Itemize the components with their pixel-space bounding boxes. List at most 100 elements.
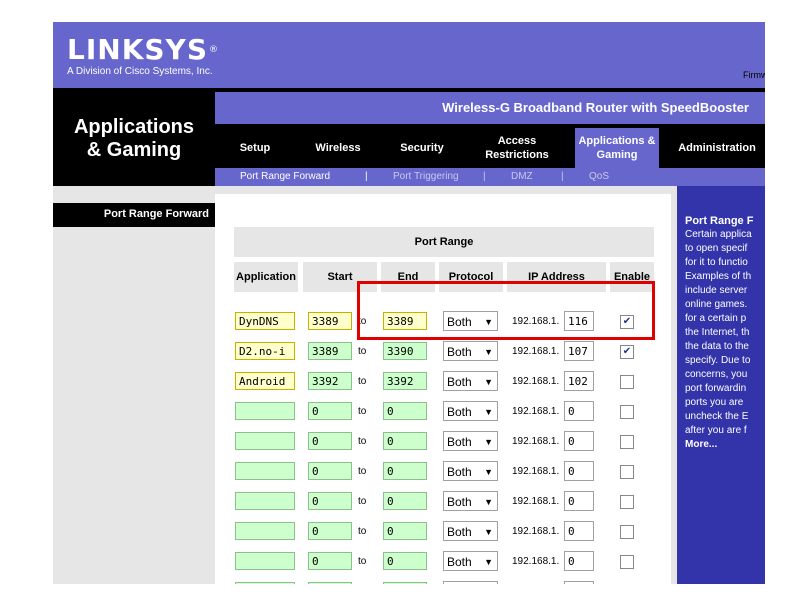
tab-administration[interactable]: Administration [669,128,765,168]
application-name-input[interactable]: DynDNS [235,312,295,330]
end-port-input[interactable]: 3392 [383,372,427,390]
protocol-select[interactable]: Both▼ [443,521,498,541]
ip-last-octet-input[interactable]: 0 [564,491,594,511]
help-panel: Port Range F Certain applica to open spe… [671,186,765,584]
application-name-input[interactable] [235,462,295,480]
help-line: uncheck the E [685,411,749,422]
ip-last-octet-input[interactable]: 0 [564,521,594,541]
end-port-input[interactable]: 0 [383,552,427,570]
page-header: LINKSYS® A Division of Cisco Systems, In… [53,22,765,88]
tab-label: Setup [239,142,271,154]
end-port-input[interactable]: 3390 [383,342,427,360]
protocol-select[interactable]: Both ▼ [443,491,498,511]
application-name-input[interactable] [235,492,295,510]
chevron-down-icon: ▼ [484,467,493,477]
enable-checkbox[interactable] [620,375,634,389]
enable-checkbox[interactable] [620,465,634,479]
protocol-select[interactable]: Both▼ [443,371,498,391]
ip-last-octet-input[interactable]: 0 [564,551,594,571]
to-label: to [358,436,367,447]
to-label: to [358,346,367,357]
subtab-port-triggering[interactable]: Port Triggering [393,168,459,186]
table-row: 0to0Both▼192.168.1.0 [234,457,654,487]
end-port-input[interactable]: 0 [383,522,427,540]
ip-prefix: 192.168.1. [512,406,560,417]
start-port-input[interactable]: 0 [308,462,352,480]
application-name-input[interactable] [235,522,295,540]
tab-security[interactable]: Security [381,128,463,168]
protocol-select[interactable]: Both▼ [443,341,498,361]
enable-checkbox[interactable] [620,555,634,569]
subtab-dmz[interactable]: DMZ [511,168,533,186]
chevron-down-icon: ▼ [484,557,493,567]
tab-applications-gaming[interactable]: Applications & Gaming [575,128,659,168]
start-port-input[interactable]: 3392 [308,372,352,390]
start-port-input[interactable]: 3389 [308,312,352,330]
ip-prefix: 192.168.1. [512,526,560,537]
to-label: to [358,556,367,567]
ip-last-octet-input[interactable]: 0 [564,431,594,451]
ip-last-octet-input[interactable]: 0 [564,581,594,584]
help-line: port forwardin [685,383,747,394]
protocol-value: Both [447,495,472,509]
tab-wireless[interactable]: Wireless [295,128,381,168]
tab-label: Administration [678,142,756,154]
start-port-input[interactable]: 3389 [308,342,352,360]
help-more-link[interactable]: More... [685,438,765,452]
start-port-input[interactable]: 0 [308,432,352,450]
application-name-input[interactable] [235,582,295,584]
enable-checkbox[interactable] [620,525,634,539]
ip-last-octet-input[interactable]: 0 [564,461,594,481]
application-name-input[interactable]: D2.no-i [235,342,295,360]
start-port-input[interactable]: 0 [308,402,352,420]
tab-label: Access Restrictions [485,135,549,161]
highlight-box [357,281,655,340]
table-row: 0to0Both▼192.168.1.0 [234,577,654,584]
chevron-down-icon: ▼ [484,497,493,507]
end-port-input[interactable]: 0 [383,432,427,450]
main-tabs: Setup Wireless Security Access Restricti… [215,128,765,168]
protocol-select[interactable]: Both▼ [443,431,498,451]
subtab-separator: | [483,171,486,182]
help-line: online games. [685,299,748,310]
application-name-input[interactable] [235,552,295,570]
application-name-input[interactable]: Android [235,372,295,390]
start-port-input[interactable]: 0 [308,582,352,584]
protocol-select[interactable]: Both▼ [443,581,498,584]
table-row: 0to0Both▼192.168.1.0 [234,547,654,577]
application-name-input[interactable] [235,432,295,450]
tab-setup[interactable]: Setup [215,128,295,168]
end-port-input[interactable]: 0 [383,462,427,480]
protocol-select[interactable]: Both▼ [443,401,498,421]
table-row: Android 3392 to 3392 Both ▼ 192.168.1. 102 [234,367,654,397]
ip-last-octet-input[interactable]: 102 [564,371,594,391]
end-port-input[interactable]: 0 [383,582,427,584]
application-name-input[interactable] [235,402,295,420]
router-admin-page: LINKSYS® A Division of Cisco Systems, In… [53,22,765,584]
tab-access-restrictions[interactable]: Access Restrictions [477,128,557,168]
subtab-qos[interactable]: QoS [589,168,609,186]
enable-checkbox[interactable] [620,435,634,449]
table-title: Port Range [234,227,654,257]
chevron-down-icon: ▼ [484,347,493,357]
to-label: to [358,376,367,387]
chevron-down-icon: ▼ [484,527,493,537]
subtab-separator: | [365,171,368,182]
enable-checkbox[interactable]: ✔ [620,345,634,359]
subtab-port-range-forward[interactable]: Port Range Forward [240,168,330,186]
help-line: include server [685,285,748,296]
enable-checkbox[interactable] [620,405,634,419]
ip-last-octet-input[interactable]: 0 [564,401,594,421]
table-row: 0to0Both▼192.168.1.0 [234,517,654,547]
to-label: to [358,496,367,507]
end-port-input[interactable]: 0 [383,492,427,510]
start-port-input[interactable]: 0 [308,492,352,510]
end-port-input[interactable]: 0 [383,402,427,420]
ip-last-octet-input[interactable]: 107 [564,341,594,361]
start-port-input[interactable]: 0 [308,522,352,540]
protocol-select[interactable]: Both▼ [443,551,498,571]
enable-checkbox[interactable] [620,495,634,509]
protocol-select[interactable]: Both▼ [443,461,498,481]
protocol-value: Both [447,375,472,389]
start-port-input[interactable]: 0 [308,552,352,570]
